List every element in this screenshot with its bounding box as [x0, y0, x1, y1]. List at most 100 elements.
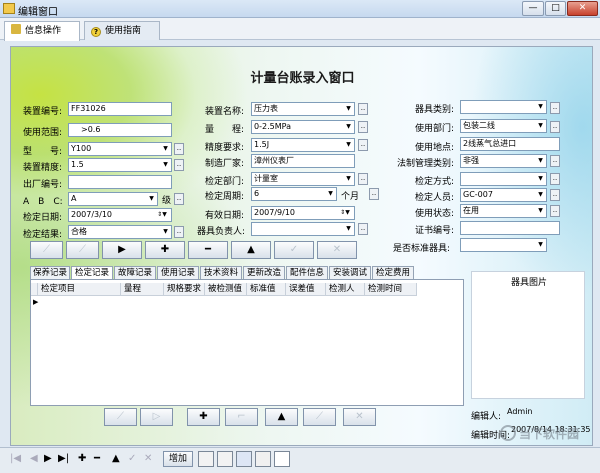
precision-browse-button[interactable]: ..	[174, 159, 184, 171]
inspection-result-select[interactable]: 合格 ▼	[68, 225, 172, 239]
inspection-dept-browse-button[interactable]: ..	[358, 173, 368, 185]
use-dept-select[interactable]: 包装二线 ▼	[460, 119, 547, 133]
use-status-select[interactable]: 在用 ▼	[460, 204, 547, 218]
column-header[interactable]: 标准值	[247, 283, 286, 296]
detail-edit-button[interactable]: ▲	[265, 408, 298, 426]
device-precision-select[interactable]: 1.5 ▼	[68, 158, 172, 172]
model-browse-button[interactable]: ..	[174, 143, 184, 155]
valid-date-field[interactable]: 2007/9/10 ⇕▼	[251, 206, 355, 220]
tab-tech-docs[interactable]: 技术资料	[200, 266, 242, 279]
next-page-icon[interactable]: ▶	[44, 452, 52, 466]
legal-category-select[interactable]: 非强 ▼	[460, 154, 547, 168]
is-standard-select[interactable]: ▼	[460, 238, 547, 252]
close-button[interactable]: ✕	[567, 1, 598, 16]
delete-record-button[interactable]: ━	[188, 241, 228, 259]
prev-page-icon[interactable]: ◀	[30, 452, 38, 466]
print-icon[interactable]	[198, 451, 214, 467]
label-valid-date: 有效日期:	[205, 211, 245, 221]
device-precision-value: 1.5	[71, 160, 84, 169]
next-record-button[interactable]: ▶	[102, 241, 142, 259]
tab-installation[interactable]: 安装调试	[329, 266, 371, 279]
date-spin-icon[interactable]: ⇕▼	[153, 209, 171, 221]
add-icon[interactable]: ✚	[78, 452, 86, 466]
tab-maintenance[interactable]: 保养记录	[30, 266, 70, 279]
date-spin-icon[interactable]: ⇕▼	[336, 207, 354, 219]
save-icon[interactable]: ✓	[128, 452, 136, 466]
cancel-record-button[interactable]: ✕	[317, 241, 357, 259]
column-header[interactable]: 检测时间	[365, 283, 417, 296]
range-browse-button[interactable]: ..	[358, 121, 368, 133]
owner-browse-button[interactable]: ..	[358, 223, 368, 235]
save-record-button[interactable]: ✓	[274, 241, 314, 259]
dropdown-arrow-icon: ▼	[535, 120, 546, 132]
column-header[interactable]: 量程	[121, 283, 164, 296]
abc-browse-button[interactable]: ..	[174, 193, 184, 205]
inspection-dept-select[interactable]: 计量室 ▼	[251, 172, 355, 186]
first-page-icon[interactable]: |◀	[10, 452, 21, 466]
detail-save-button[interactable]: ⟋	[303, 408, 336, 426]
model-select[interactable]: Y100 ▼	[68, 142, 172, 156]
column-header[interactable]: 规格要求	[164, 283, 205, 296]
print-preview-icon[interactable]	[217, 451, 233, 467]
precision-req-browse-button[interactable]: ..	[358, 139, 368, 151]
instrument-category-select[interactable]: ▼	[460, 100, 547, 114]
use-range-field[interactable]: >0.6	[68, 123, 172, 137]
use-dept-browse-button[interactable]: ..	[550, 121, 560, 133]
tab-upgrade[interactable]: 更新改造	[243, 266, 285, 279]
detail-first-button[interactable]: ⟋	[104, 408, 137, 426]
legal-category-browse-button[interactable]: ..	[550, 155, 560, 167]
column-header[interactable]: 被检测值	[205, 283, 247, 296]
detail-delete-button[interactable]: ⌐	[225, 408, 258, 426]
add-button[interactable]: 增加	[163, 451, 193, 467]
tab-usage[interactable]: 使用记录	[157, 266, 199, 279]
remove-icon[interactable]: ━	[94, 452, 100, 466]
inspection-date-field[interactable]: 2007/3/10 ⇕▼	[68, 208, 172, 222]
category-browse-button[interactable]: ..	[550, 102, 560, 114]
precision-req-select[interactable]: 1.5J ▼	[251, 138, 355, 152]
device-no-field[interactable]: FF31026	[68, 102, 172, 116]
column-header[interactable]: 误差值	[286, 283, 326, 296]
use-location-field[interactable]: 2线蒸气总进口	[460, 137, 560, 151]
status-browse-button[interactable]: ..	[550, 205, 560, 217]
cycle-browse-button[interactable]: ..	[369, 188, 379, 200]
tab-user-guide-label: 使用指南	[105, 26, 142, 36]
detail-add-button[interactable]: ✚	[187, 408, 220, 426]
detail-cancel-button[interactable]: ✕	[343, 408, 376, 426]
search-icon[interactable]	[236, 451, 252, 467]
detail-prev-button[interactable]: ▷	[140, 408, 173, 426]
tab-inspection[interactable]: 检定记录	[71, 266, 113, 280]
inspector-browse-button[interactable]: ..	[550, 189, 560, 201]
tab-parts[interactable]: 配件信息	[286, 266, 328, 279]
inspection-cycle-select[interactable]: 6 ▼	[251, 187, 337, 201]
abc-select[interactable]: A ▼	[68, 192, 158, 206]
range-select[interactable]: 0-2.5MPa ▼	[251, 120, 355, 134]
method-browse-button[interactable]: ..	[550, 173, 560, 185]
manufacturer-field[interactable]: 漳州仪表厂	[251, 154, 355, 168]
edit-record-button[interactable]: ▲	[231, 241, 271, 259]
document-icon[interactable]	[274, 451, 290, 467]
last-page-icon[interactable]: ▶|	[58, 452, 69, 466]
column-header[interactable]: 检定项目	[38, 283, 121, 296]
column-header[interactable]: 检测人	[326, 283, 365, 296]
device-name-browse-button[interactable]: ..	[358, 103, 368, 115]
maximize-button[interactable]: □	[545, 1, 566, 16]
inspection-grid[interactable]: 检定项目 量程 规格要求 被检测值 标准值 误差值 检测人 检测时间 ▶	[30, 279, 464, 406]
tab-fees[interactable]: 检定费用	[372, 266, 414, 279]
owner-select[interactable]: ▼	[251, 222, 355, 236]
inspection-method-select[interactable]: ▼	[460, 172, 547, 186]
edit-icon[interactable]: ▲	[112, 452, 120, 466]
first-record-button[interactable]: ⟋	[30, 241, 63, 259]
tab-fault[interactable]: 故障记录	[114, 266, 156, 279]
cert-no-field[interactable]	[460, 221, 560, 235]
device-name-select[interactable]: 压力表 ▼	[251, 102, 355, 116]
cancel-icon[interactable]: ✕	[144, 452, 152, 466]
add-record-button[interactable]: ✚	[145, 241, 185, 259]
tab-user-guide[interactable]: ? 使用指南	[84, 21, 160, 40]
export-icon[interactable]	[255, 451, 271, 467]
result-browse-button[interactable]: ..	[174, 226, 184, 238]
prev-record-button[interactable]: ⟋	[66, 241, 99, 259]
inspector-select[interactable]: GC-007 ▼	[460, 188, 547, 202]
tab-info-operation[interactable]: 信息操作	[4, 21, 80, 41]
factory-no-field[interactable]	[68, 175, 172, 189]
minimize-button[interactable]: —	[522, 1, 544, 16]
